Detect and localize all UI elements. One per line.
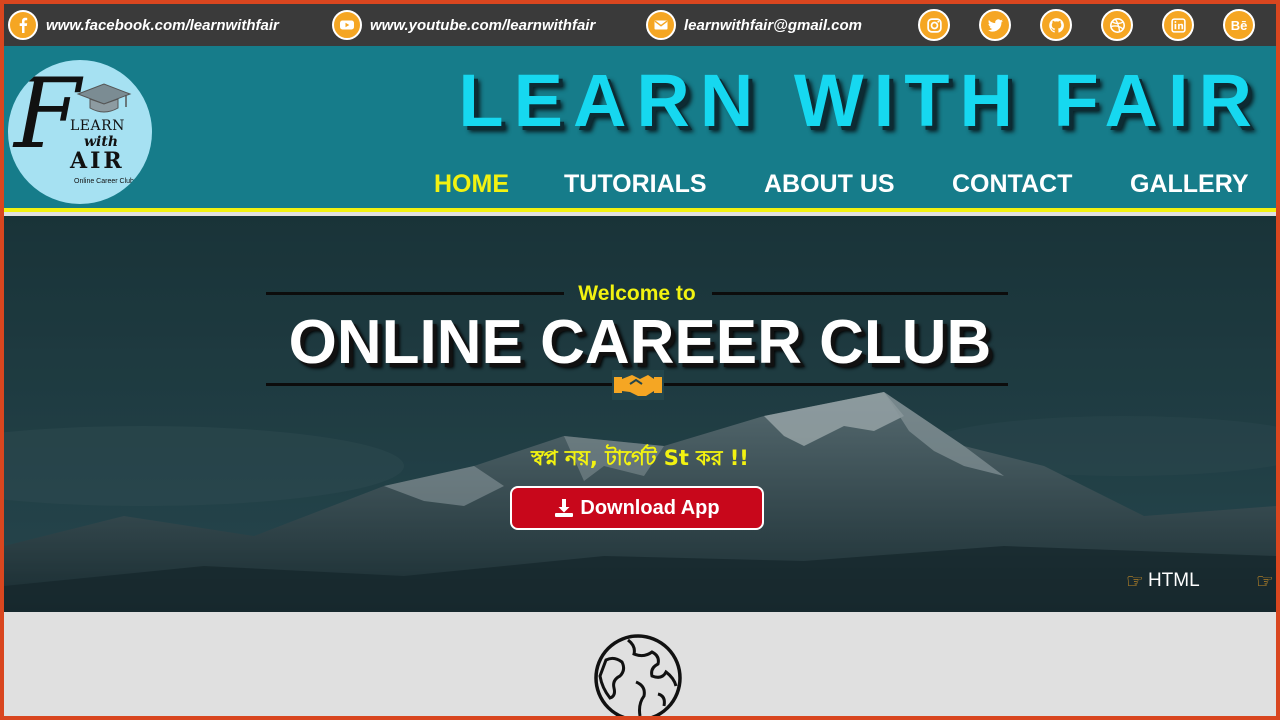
logo-subtitle: Online Career Club (74, 178, 134, 185)
ticker-item[interactable]: ☞ HTML (1126, 568, 1200, 594)
youtube-icon (332, 10, 362, 40)
hero-title: ONLINE CAREER CLUB (288, 308, 992, 377)
nav-gallery[interactable]: GALLERY (1130, 170, 1249, 199)
twitter-icon[interactable] (979, 9, 1011, 41)
welcome-text: Welcome to (578, 282, 696, 305)
email-link[interactable]: learnwithfair@gmail.com (646, 9, 862, 41)
email-text: learnwithfair@gmail.com (684, 16, 863, 34)
hand-point-icon: ☞ (1126, 570, 1144, 593)
handshake-icon (612, 370, 664, 400)
github-icon[interactable] (1040, 9, 1072, 41)
download-app-button[interactable]: Download App (510, 486, 764, 530)
site-logo[interactable]: F LEARN with AIR Online Career Club (8, 60, 152, 204)
mail-icon (646, 10, 676, 40)
youtube-link[interactable]: www.youtube.com/learnwithfair (332, 9, 595, 41)
download-app-label: Download App (580, 496, 720, 519)
facebook-text: www.facebook.com/learnwithfair (46, 16, 279, 34)
nav-home[interactable]: HOME (434, 170, 509, 199)
page-frame: www.facebook.com/learnwithfair www.youtu… (4, 4, 1276, 716)
mountain-background (4, 216, 1276, 612)
ticker-label: HTML (1147, 570, 1200, 591)
logo-learn-text: LEARN (70, 118, 125, 134)
hand-point-icon: ☞ (1256, 570, 1274, 593)
welcome-row: Welcome to (266, 282, 1008, 306)
linkedin-icon[interactable] (1162, 9, 1194, 41)
nav-about-us[interactable]: ABOUT US (764, 170, 895, 199)
top-contact-bar: www.facebook.com/learnwithfair www.youtu… (4, 4, 1276, 46)
graduation-cap-icon (76, 83, 132, 113)
lower-section (4, 612, 1276, 716)
instagram-icon[interactable] (918, 9, 950, 41)
globe-icon (594, 634, 682, 716)
nav-tutorials[interactable]: TUTORIALS (564, 170, 707, 199)
nav-contact[interactable]: CONTACT (952, 170, 1072, 199)
facebook-link[interactable]: www.facebook.com/learnwithfair (8, 9, 279, 41)
site-header: F LEARN with AIR Online Career Club LEAR… (4, 46, 1276, 212)
tagline: স্বপ্ন নয়, টার্গেট St কর !! (531, 446, 749, 470)
facebook-icon (8, 10, 38, 40)
youtube-text: www.youtube.com/learnwithfair (370, 16, 596, 34)
download-icon (555, 499, 574, 517)
hero-banner: Welcome to ONLINE CAREER CLUB স্বপ্ন নয়… (4, 216, 1276, 612)
dribbble-icon[interactable] (1101, 9, 1133, 41)
main-nav: HOME TUTORIALS ABOUT US CONTACT GALLERY (414, 166, 1276, 206)
logo-air-text: AIR (70, 148, 125, 174)
ticker-item[interactable]: ☞ (1256, 568, 1276, 594)
behance-label: Bē (1230, 17, 1248, 33)
site-title: LEARN WITH FAIR (458, 59, 1262, 142)
behance-icon[interactable]: Bē (1223, 9, 1255, 41)
